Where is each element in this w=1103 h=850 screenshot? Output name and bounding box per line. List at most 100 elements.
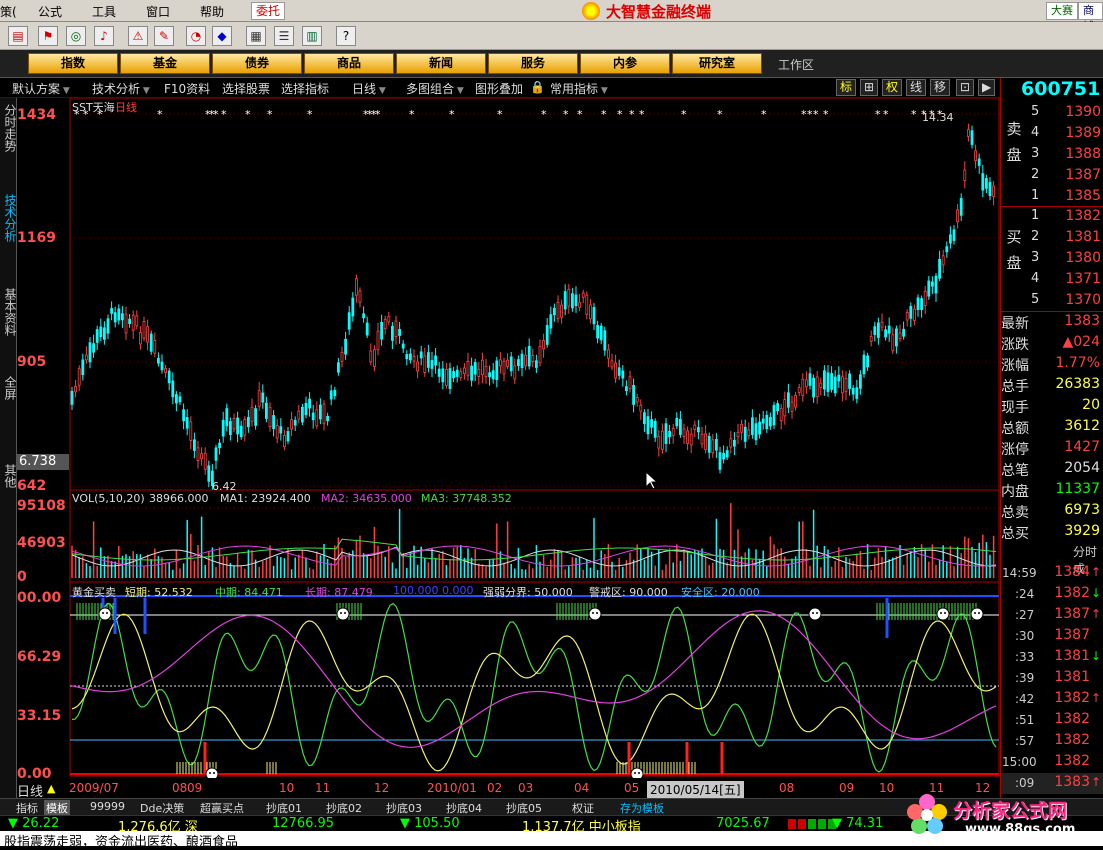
- flag-icon[interactable]: ⚑: [38, 26, 58, 46]
- candle-body: [718, 452, 722, 470]
- date-tick-label: 11: [315, 781, 331, 795]
- box-button[interactable]: ⊡: [956, 79, 975, 96]
- list-icon[interactable]: ☰: [274, 26, 294, 46]
- date-tick-label: 2010/01: [427, 781, 477, 795]
- candle-body: [801, 378, 805, 396]
- nav-index[interactable]: 指数: [28, 53, 118, 74]
- menu-formula[interactable]: 公式: [38, 3, 62, 20]
- candle-body: [189, 421, 193, 441]
- nav-research[interactable]: 研究室: [672, 53, 762, 74]
- candle-body: [715, 438, 718, 451]
- nav-bond[interactable]: 债券: [212, 53, 302, 74]
- lock-icon[interactable]: 🔒: [530, 80, 545, 94]
- candle-body: [394, 320, 398, 338]
- btab-dde[interactable]: Dde决策: [140, 800, 184, 816]
- btab-bottom05[interactable]: 抄底05: [506, 800, 542, 816]
- nav-fund[interactable]: 基金: [120, 53, 210, 74]
- btab-99999[interactable]: 99999: [90, 800, 125, 813]
- rights-button[interactable]: 权: [882, 79, 903, 96]
- btab-template[interactable]: 模板: [44, 800, 70, 816]
- next-button[interactable]: ▶: [978, 79, 996, 96]
- stat-row: 总笔 2054: [1001, 459, 1103, 480]
- candle-body: [740, 423, 743, 433]
- alarm-icon[interactable]: ⚠: [128, 26, 148, 46]
- btab-bottom04[interactable]: 抄底04: [446, 800, 482, 816]
- btab-bottom02[interactable]: 抄底02: [326, 800, 362, 816]
- candle-body: [70, 390, 74, 405]
- btab-super-buy[interactable]: 超赢买点: [200, 800, 244, 816]
- candle-body: [113, 312, 117, 323]
- mark-button[interactable]: 标: [836, 79, 857, 96]
- candle-body: [797, 387, 801, 393]
- candle-body: [509, 356, 513, 372]
- binoculars-icon[interactable]: ◎: [66, 26, 86, 46]
- tick-time: :33: [1015, 650, 1035, 664]
- shield-icon[interactable]: ◆: [212, 26, 232, 46]
- func-overlay[interactable]: 图形叠加: [475, 80, 523, 97]
- btab-indicator[interactable]: 指标: [16, 800, 38, 816]
- mall-button[interactable]: 商城: [1078, 2, 1103, 33]
- stat-value: ▲024: [1062, 334, 1101, 350]
- tab-fullscreen[interactable]: 全屏: [0, 376, 17, 400]
- tab-basic-info[interactable]: 基本资料: [0, 288, 17, 336]
- nav-insider[interactable]: 内参: [580, 53, 670, 74]
- help-icon[interactable]: ?: [336, 26, 356, 46]
- menu-window[interactable]: 窗口: [146, 3, 170, 20]
- menu-strategy[interactable]: 策(: [0, 3, 17, 20]
- workarea-label[interactable]: 工作区: [778, 56, 814, 73]
- candle-body: [859, 374, 862, 389]
- f10-icon[interactable]: ✎: [154, 26, 174, 46]
- doc-icon[interactable]: ▤: [8, 26, 28, 46]
- nav-service[interactable]: 服务: [488, 53, 578, 74]
- tick-arrow: ↑: [1090, 607, 1101, 621]
- func-daily[interactable]: 日线 ▼: [352, 80, 386, 97]
- contest-button[interactable]: 大赛: [1046, 2, 1078, 20]
- move-button[interactable]: 移: [930, 79, 951, 96]
- bell-icon[interactable]: ♪: [94, 26, 114, 46]
- btab-warrant[interactable]: 权证: [572, 800, 594, 816]
- candle-body: [369, 350, 373, 363]
- grid-button[interactable]: ⊞: [860, 79, 879, 96]
- sell-row[interactable]: 1 1385: [1001, 186, 1103, 207]
- line-button[interactable]: 线: [906, 79, 927, 96]
- news-text[interactable]: 股指震荡走弱，资金流出医药、酿酒食品: [4, 831, 238, 850]
- volume-bars: [71, 503, 997, 578]
- tick-price: 1382: [1054, 690, 1090, 706]
- calc-icon[interactable]: ▦: [246, 26, 266, 46]
- nav-commodity[interactable]: 商品: [304, 53, 394, 74]
- func-multi-chart[interactable]: 多图组合 ▼: [406, 80, 464, 97]
- smiley-eye: [592, 612, 594, 614]
- entrust-button[interactable]: 委托: [251, 2, 286, 20]
- sell-row[interactable]: 2 1387: [1001, 165, 1103, 186]
- func-tech-analysis[interactable]: 技术分析 ▼: [92, 80, 150, 97]
- vol-legend-title: VOL(5,10,20): [72, 492, 145, 505]
- chart-canvas[interactable]: * * * * *** * * * * **** * * * * * * * * * * * * * * * * * * * * * * *: [17, 98, 1000, 778]
- tab-tech-analysis[interactable]: 技术分析: [0, 194, 17, 242]
- func-common-indicator[interactable]: 常用指标 ▼: [550, 80, 608, 97]
- event-star-marker: *: [375, 108, 381, 121]
- chart-area[interactable]: * * * * * * * * * * * * * * * * * * * * * * * * * * * * * * * * * * * * * * 1…: [17, 98, 1000, 782]
- btab-bottom03[interactable]: 抄底03: [386, 800, 422, 816]
- func-select-stock[interactable]: 选择股票: [222, 80, 270, 97]
- stat-value: 20: [1082, 397, 1100, 413]
- triangle-up-icon[interactable]: ▲: [47, 782, 55, 795]
- pie-icon[interactable]: ◔: [186, 26, 206, 46]
- tick-arrow: ↑: [1090, 775, 1101, 789]
- stat-label: 内盘: [1001, 484, 1029, 500]
- candle-body: [174, 394, 178, 404]
- func-f10[interactable]: F10资料: [164, 80, 210, 97]
- func-select-indicator[interactable]: 选择指标: [281, 80, 329, 97]
- books-icon[interactable]: ▥: [302, 26, 322, 46]
- nav-news[interactable]: 新闻: [396, 53, 486, 74]
- candle-body: [643, 412, 646, 425]
- tab-other[interactable]: 其他: [0, 464, 17, 488]
- candle-body: [909, 305, 913, 319]
- menu-tools[interactable]: 工具: [92, 3, 116, 20]
- btab-bottom01[interactable]: 抄底01: [266, 800, 302, 816]
- menu-help[interactable]: 帮助: [200, 3, 224, 20]
- buy-level: 2: [1031, 229, 1040, 244]
- btab-save-template[interactable]: 存为模板: [620, 800, 664, 816]
- tab-timeshare[interactable]: 分时走势: [0, 104, 17, 152]
- func-default-scheme[interactable]: 默认方案 ▼: [12, 80, 70, 97]
- buy-row[interactable]: 5 1370: [1001, 290, 1103, 311]
